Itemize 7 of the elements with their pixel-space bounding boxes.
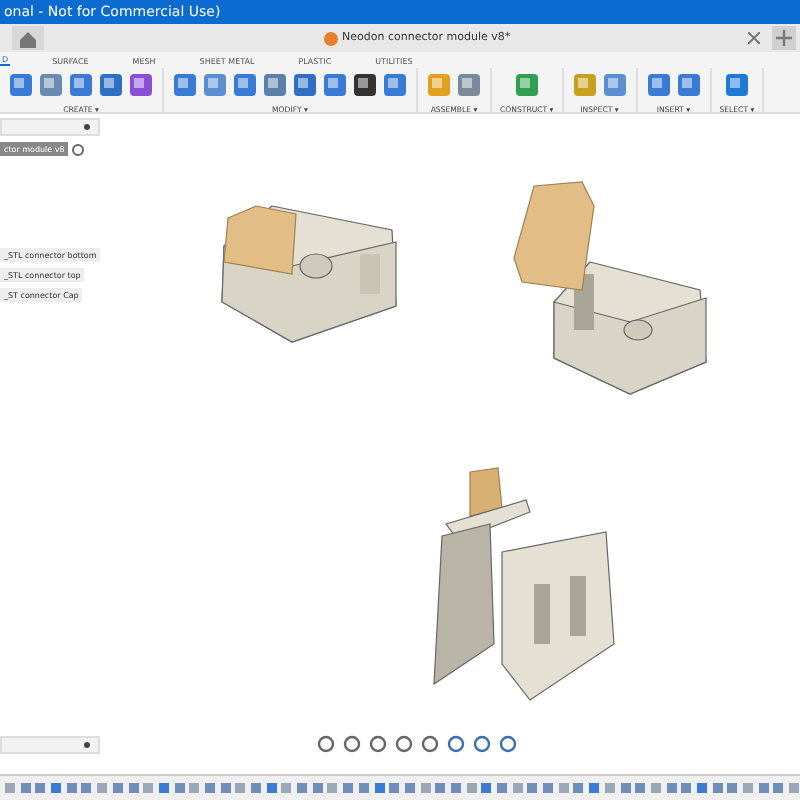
close-icon[interactable]: [748, 32, 760, 44]
add-tab-icon[interactable]: [772, 26, 796, 50]
pin-icon[interactable]: [84, 742, 90, 748]
tool-icon[interactable]: [352, 71, 378, 97]
radio-icon[interactable]: [72, 143, 85, 155]
home-icon[interactable]: [12, 26, 44, 50]
pin-icon[interactable]: [84, 124, 90, 130]
